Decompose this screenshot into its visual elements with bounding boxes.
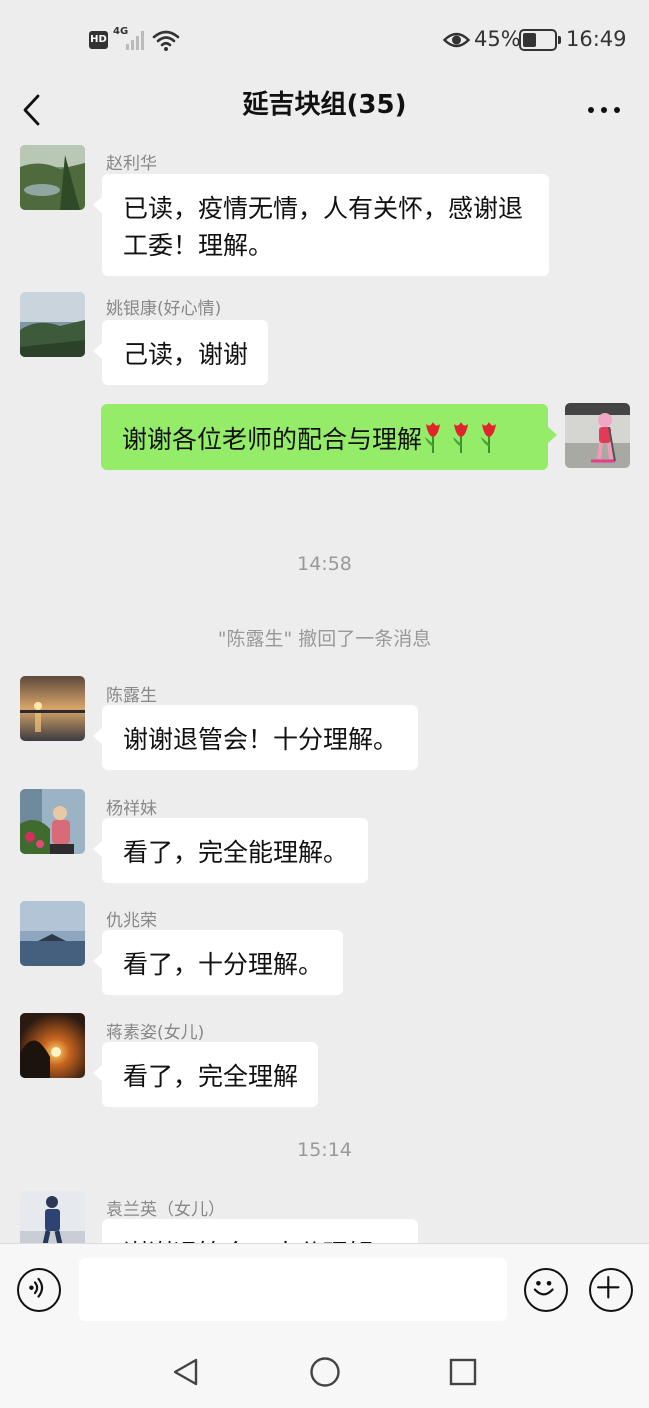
sender-name: 仇兆荣: [106, 911, 157, 931]
message-input[interactable]: [79, 1258, 507, 1321]
message-bubble[interactable]: 看了，完全能理解。: [92, 818, 369, 883]
system-nav-bar: [0, 1335, 649, 1408]
battery-icon: [519, 29, 561, 51]
home-circle-icon[interactable]: [309, 1356, 341, 1388]
sender-name: 赵利华: [106, 154, 157, 174]
sender-name: 姚银康(好心情): [106, 299, 222, 319]
message-text: 谢谢各位老师的配合与理解: [122, 425, 423, 454]
chat-message-list[interactable]: 赵利华 已读，疫情无情，人有关怀，感谢退工委！理解。 姚银康(好心情) 己读，谢…: [0, 140, 649, 1243]
tulip-emoji-icon: [481, 422, 497, 453]
hd-badge: HD: [89, 31, 108, 49]
tulip-emoji-icon: [425, 422, 441, 453]
message-bubble[interactable]: 己读，谢谢: [92, 320, 269, 385]
sender-name: 陈露生: [106, 686, 157, 706]
avatar[interactable]: [20, 789, 85, 854]
avatar[interactable]: [20, 145, 85, 210]
tulip-emoji-icon: [453, 422, 469, 453]
avatar[interactable]: [20, 901, 85, 966]
avatar[interactable]: [20, 676, 85, 741]
recent-square-icon[interactable]: [447, 1356, 479, 1388]
message-bubble-self[interactable]: 谢谢各位老师的配合与理解: [101, 404, 557, 470]
timestamp: 14:58: [297, 553, 352, 575]
avatar-self[interactable]: [565, 403, 630, 468]
clock: 16:49: [566, 27, 627, 51]
battery-percent: 45%: [474, 27, 521, 51]
message-bubble[interactable]: 已读，疫情无情，人有关怀，感谢退工委！理解。: [93, 174, 549, 276]
plus-icon[interactable]: [589, 1268, 633, 1312]
more-options-icon[interactable]: [578, 86, 630, 134]
avatar[interactable]: [20, 292, 85, 357]
message-bubble[interactable]: 谢谢退管会！十分理解。: [92, 705, 419, 770]
voice-icon[interactable]: [17, 1268, 61, 1312]
signal-icon: [126, 31, 148, 50]
wifi-icon: [152, 30, 180, 51]
recall-notice: "陈露生" 撤回了一条消息: [217, 628, 432, 650]
avatar[interactable]: [20, 1191, 85, 1243]
chat-header: 延吉块组(35): [0, 80, 649, 140]
sender-name: 杨祥妹: [106, 799, 157, 819]
avatar[interactable]: [20, 1013, 85, 1078]
message-bubble[interactable]: 看了，完全理解: [92, 1042, 319, 1107]
input-bar: [0, 1243, 649, 1335]
sender-name: 袁兰英（女儿）: [106, 1200, 225, 1220]
status-bar: HD 4G 45% 16:49: [0, 0, 649, 80]
message-bubble[interactable]: 看了，十分理解。: [92, 930, 344, 995]
sender-name: 蒋素姿(女儿): [106, 1023, 205, 1043]
message-bubble[interactable]: 谢谢退管会！十分理解。: [92, 1219, 419, 1243]
eye-comfort-icon: [443, 32, 470, 48]
emoji-icon[interactable]: [524, 1268, 568, 1312]
back-triangle-icon[interactable]: [170, 1356, 202, 1388]
chat-title: 延吉块组(35): [242, 90, 407, 120]
timestamp: 15:14: [297, 1139, 352, 1161]
